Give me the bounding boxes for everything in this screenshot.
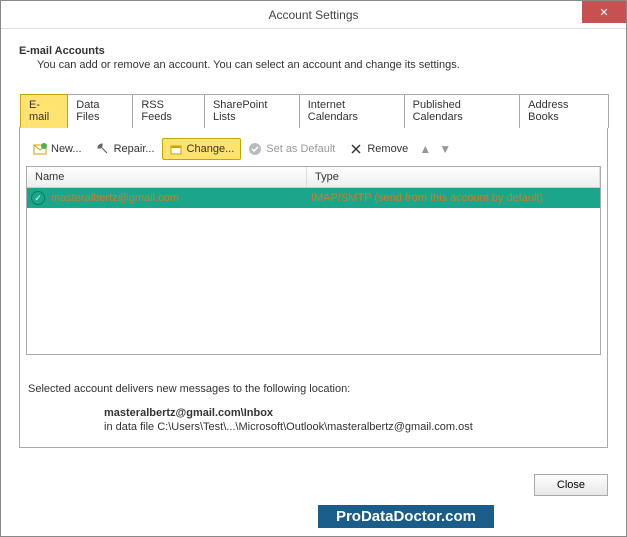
arrow-down-icon: ▼ bbox=[439, 142, 451, 156]
tab-rss-feeds[interactable]: RSS Feeds bbox=[132, 94, 205, 128]
tab-email[interactable]: E-mail bbox=[20, 94, 68, 128]
new-icon bbox=[33, 142, 47, 156]
location-intro: Selected account delivers new messages t… bbox=[24, 383, 603, 395]
window-close-button[interactable]: ✕ bbox=[582, 1, 626, 23]
change-icon bbox=[169, 142, 183, 156]
move-up-button: ▲ bbox=[415, 139, 435, 159]
window-title: Account Settings bbox=[1, 8, 626, 22]
tab-data-files[interactable]: Data Files bbox=[67, 94, 133, 128]
tab-panel: New... Repair... Change... bbox=[19, 128, 608, 448]
change-button[interactable]: Change... bbox=[162, 138, 242, 160]
repair-icon bbox=[96, 142, 110, 156]
move-down-button: ▼ bbox=[435, 139, 455, 159]
check-circle-icon bbox=[248, 142, 262, 156]
close-button[interactable]: Close bbox=[534, 474, 608, 496]
section-heading: E-mail Accounts bbox=[19, 45, 608, 57]
close-icon: ✕ bbox=[599, 6, 608, 19]
location-path-bold: masteralbertz@gmail.com\Inbox bbox=[104, 407, 603, 419]
accounts-table: Name Type ✓ masteralbertz@gmail.com IMAP… bbox=[26, 166, 601, 355]
table-body: ✓ masteralbertz@gmail.com IMAP/SMTP (sen… bbox=[27, 188, 600, 354]
tab-published-calendars[interactable]: Published Calendars bbox=[404, 94, 521, 128]
repair-button[interactable]: Repair... bbox=[89, 138, 162, 160]
default-check-icon: ✓ bbox=[31, 191, 45, 205]
remove-button[interactable]: Remove bbox=[342, 138, 415, 160]
change-label: Change... bbox=[187, 143, 235, 155]
section-subheading: You can add or remove an account. You ca… bbox=[19, 59, 608, 71]
tab-strip: E-mail Data Files RSS Feeds SharePoint L… bbox=[19, 93, 608, 128]
table-header: Name Type bbox=[27, 167, 600, 188]
location-detail: masteralbertz@gmail.com\Inbox in data fi… bbox=[24, 407, 603, 433]
tab-internet-calendars[interactable]: Internet Calendars bbox=[299, 94, 405, 128]
new-label: New... bbox=[51, 143, 82, 155]
arrow-up-icon: ▲ bbox=[419, 142, 431, 156]
cell-type: IMAP/SMTP (send from this account by def… bbox=[311, 192, 596, 204]
column-header-type[interactable]: Type bbox=[307, 167, 600, 187]
repair-label: Repair... bbox=[114, 143, 155, 155]
toolbar: New... Repair... Change... bbox=[24, 136, 603, 166]
watermark: ProDataDoctor.com bbox=[316, 503, 496, 530]
footer: Close bbox=[534, 474, 608, 496]
content-area: E-mail Accounts You can add or remove an… bbox=[1, 29, 626, 458]
remove-icon bbox=[349, 142, 363, 156]
titlebar: Account Settings ✕ bbox=[1, 1, 626, 29]
location-path-sub: in data file C:\Users\Test\...\Microsoft… bbox=[104, 421, 603, 433]
account-settings-window: Account Settings ✕ E-mail Accounts You c… bbox=[0, 0, 627, 537]
set-default-label: Set as Default bbox=[266, 143, 335, 155]
column-header-name[interactable]: Name bbox=[27, 167, 307, 187]
new-button[interactable]: New... bbox=[26, 138, 89, 160]
set-default-button: Set as Default bbox=[241, 138, 342, 160]
tab-sharepoint-lists[interactable]: SharePoint Lists bbox=[204, 94, 300, 128]
cell-name: masteralbertz@gmail.com bbox=[49, 192, 311, 204]
tab-address-books[interactable]: Address Books bbox=[519, 94, 609, 128]
table-row[interactable]: ✓ masteralbertz@gmail.com IMAP/SMTP (sen… bbox=[27, 188, 600, 208]
remove-label: Remove bbox=[367, 143, 408, 155]
